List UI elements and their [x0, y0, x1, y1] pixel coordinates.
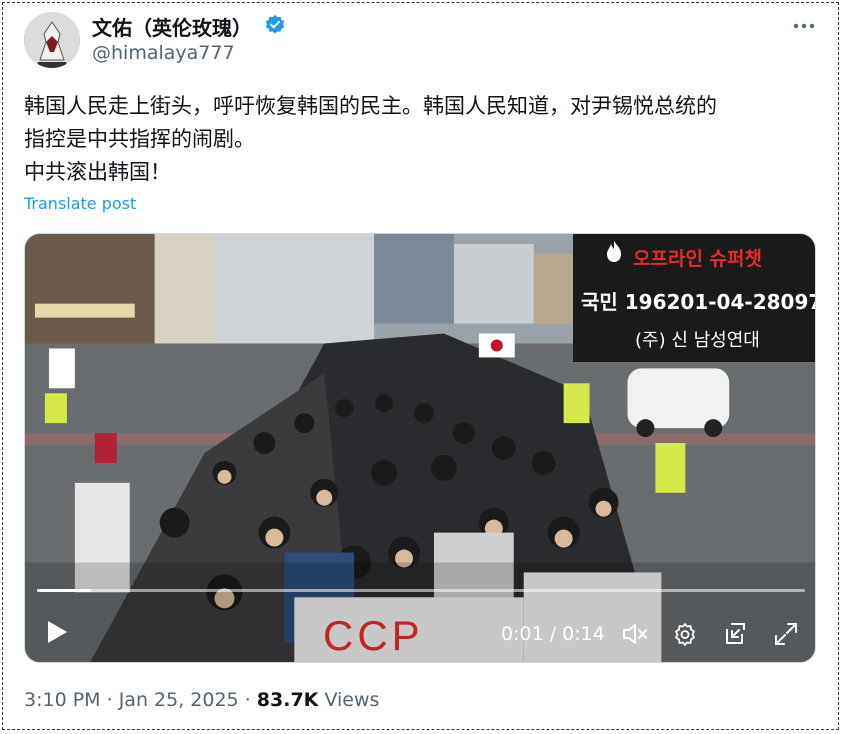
translate-link[interactable]: Translate post: [24, 194, 136, 213]
mute-icon[interactable]: [622, 622, 648, 646]
time-separator: /: [549, 623, 557, 645]
settings-icon[interactable]: [673, 622, 697, 646]
avatar[interactable]: [24, 12, 80, 68]
duration: 0:14: [562, 623, 605, 645]
tweet-line: 指控是中共指挥的闹剧。: [24, 127, 255, 151]
overlay-org: (주) 신 남성연대: [635, 330, 760, 351]
views-label: Views: [324, 689, 380, 711]
tweet-meta: 3:10 PM · Jan 25, 2025 · 83.7K Views: [24, 689, 379, 711]
tweet-time[interactable]: 3:10 PM: [24, 689, 101, 711]
tweet-line: 中共滚出韩国！: [24, 160, 171, 184]
meta-separator: ·: [106, 689, 113, 711]
video-progress-bar[interactable]: [37, 589, 805, 592]
video-overlay-banner: 오프라인 슈퍼챗 국민 196201-04-280975 (주) 신 남성연대: [573, 234, 816, 362]
author-display-name[interactable]: 文佑（英伦玫瑰）: [92, 12, 252, 41]
video-time: 0:01 / 0:14: [501, 623, 605, 645]
play-icon[interactable]: [45, 619, 69, 645]
sign-text: CCP: [323, 612, 424, 659]
verified-icon: [264, 14, 286, 36]
tweet-date[interactable]: Jan 25, 2025: [119, 689, 239, 711]
overlay-account: 국민 196201-04-280975: [581, 290, 816, 314]
flame-logo-icon: [603, 240, 627, 264]
tweet-line: 韩国人民走上街头，呼吁恢复韩国的民主。韩国人民知道，对尹锡悦总统的: [24, 94, 717, 118]
meta-separator: ·: [244, 689, 251, 711]
views-count: 83.7K: [256, 689, 319, 711]
video-progress-fill: [37, 589, 91, 592]
video-player[interactable]: CCP 오프라인 슈퍼챗 국민 196201-04-280975 (주) 신 남…: [24, 233, 816, 663]
pip-icon[interactable]: [722, 621, 748, 647]
current-time: 0:01: [501, 623, 544, 645]
overlay-title: 오프라인 슈퍼챗: [633, 248, 762, 270]
author-handle[interactable]: @himalaya777: [92, 42, 235, 64]
more-icon[interactable]: [790, 14, 818, 38]
fullscreen-icon[interactable]: [773, 621, 799, 647]
tweet-text: 韩国人民走上街头，呼吁恢复韩国的民主。韩国人民知道，对尹锡悦总统的 指控是中共指…: [24, 90, 824, 189]
